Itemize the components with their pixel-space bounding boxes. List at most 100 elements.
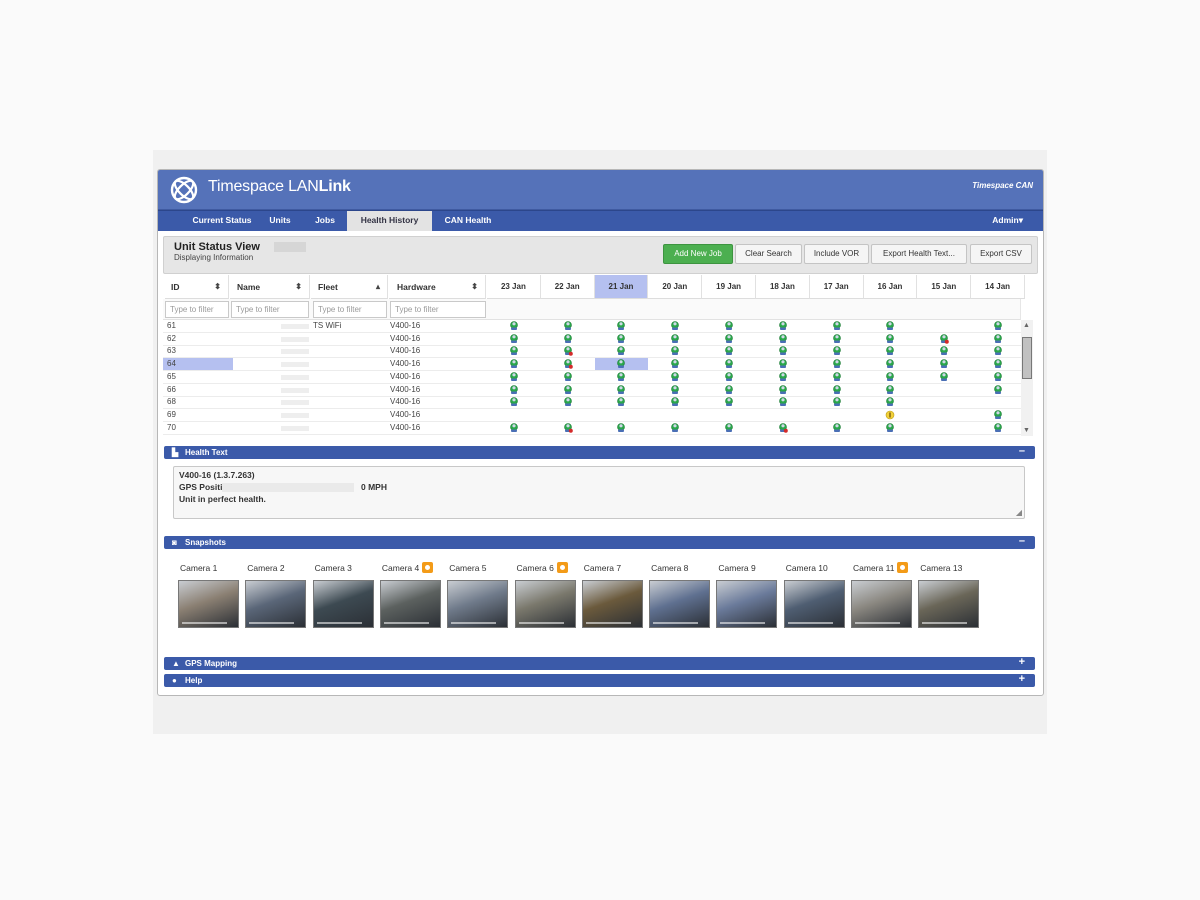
table-row[interactable]: 62 V400-16 <box>163 333 1021 346</box>
status-cell[interactable] <box>487 320 540 332</box>
status-cell[interactable] <box>541 333 594 345</box>
unit-id-cell[interactable]: 68 <box>165 396 229 408</box>
health-ok-icon[interactable] <box>832 422 842 433</box>
status-cell[interactable] <box>810 396 863 408</box>
health-ok-icon[interactable] <box>616 371 626 382</box>
health-ok-icon[interactable] <box>885 333 895 344</box>
table-row[interactable]: 69 V400-16 <box>163 409 1021 422</box>
status-cell[interactable] <box>756 371 809 383</box>
health-ok-icon[interactable] <box>616 333 626 344</box>
date-column-header[interactable]: 20 Jan <box>648 275 703 299</box>
status-cell[interactable] <box>541 358 594 370</box>
status-cell[interactable] <box>541 371 594 383</box>
health-ok-icon[interactable] <box>832 371 842 382</box>
health-ok-icon[interactable] <box>616 422 626 433</box>
nav-can-health[interactable]: CAN Health <box>432 211 504 231</box>
status-cell[interactable] <box>595 422 648 434</box>
health-ok-icon[interactable] <box>724 321 734 331</box>
status-cell[interactable] <box>487 384 540 396</box>
camera-thumbnail[interactable] <box>312 580 374 628</box>
status-cell[interactable] <box>702 333 755 345</box>
gps-mapping-section-header[interactable]: ▲ GPS Mapping + <box>164 656 1035 670</box>
resize-handle-icon[interactable]: ◢ <box>1016 508 1022 517</box>
health-ok-icon[interactable] <box>509 333 519 344</box>
health-ok-icon[interactable] <box>670 321 680 331</box>
date-column-header[interactable]: 16 Jan <box>863 275 918 299</box>
health-ok-icon[interactable] <box>832 397 842 407</box>
status-cell[interactable] <box>594 358 648 371</box>
status-cell[interactable] <box>702 371 755 383</box>
column-header-fleet[interactable]: Fleet ▴ <box>311 275 388 299</box>
health-ok-icon[interactable] <box>778 346 788 356</box>
status-cell[interactable] <box>595 320 648 332</box>
status-cell[interactable] <box>917 384 970 396</box>
unit-id-cell[interactable]: 62 <box>165 333 229 345</box>
expand-icon[interactable]: + <box>1019 656 1025 669</box>
health-ok-icon[interactable] <box>509 397 519 407</box>
camera-thumbnail[interactable] <box>851 580 912 628</box>
status-cell[interactable] <box>864 358 917 370</box>
health-ok-icon[interactable] <box>670 397 680 407</box>
health-ok-icon[interactable] <box>993 422 1003 433</box>
health-warning-icon[interactable] <box>778 422 788 433</box>
health-ok-icon[interactable] <box>509 422 519 433</box>
status-cell[interactable] <box>595 409 648 421</box>
status-cell[interactable] <box>864 384 917 396</box>
health-ok-icon[interactable] <box>778 371 788 382</box>
table-row[interactable]: 68 V400-16 <box>163 396 1021 410</box>
health-text-section-header[interactable]: ▙ Health Text – <box>164 445 1035 459</box>
health-ok-icon[interactable] <box>563 371 573 382</box>
status-cell[interactable] <box>810 422 863 434</box>
id-filter-input[interactable]: Type to filter <box>165 301 229 318</box>
scroll-up-icon[interactable]: ▲ <box>1023 322 1030 329</box>
health-warning-icon[interactable] <box>563 359 573 369</box>
status-cell[interactable] <box>487 409 540 421</box>
status-cell[interactable] <box>648 358 701 370</box>
health-ok-icon[interactable] <box>885 397 895 407</box>
status-cell[interactable] <box>648 371 701 383</box>
add-new-job-button[interactable]: Add New Job <box>663 244 733 264</box>
health-ok-icon[interactable] <box>724 384 734 395</box>
status-cell[interactable] <box>541 396 594 408</box>
status-cell[interactable] <box>971 320 1024 332</box>
health-ok-icon[interactable] <box>993 371 1003 382</box>
status-cell[interactable] <box>595 345 648 357</box>
unit-id-cell[interactable]: 61 <box>165 320 229 332</box>
health-ok-icon[interactable] <box>616 346 626 356</box>
status-cell[interactable] <box>917 422 970 434</box>
date-column-header[interactable]: 19 Jan <box>702 275 756 299</box>
table-row[interactable]: 63 V400-16 <box>163 345 1021 359</box>
camera-thumbnail[interactable] <box>514 580 576 628</box>
status-cell[interactable] <box>595 396 648 408</box>
health-ok-icon[interactable] <box>939 346 949 356</box>
health-ok-icon[interactable] <box>832 346 842 356</box>
status-cell[interactable] <box>648 409 701 421</box>
table-row[interactable]: 70 V400-16 <box>163 422 1021 435</box>
date-column-header[interactable]: 23 Jan <box>487 275 541 299</box>
status-cell[interactable] <box>864 422 917 434</box>
health-warning-icon[interactable] <box>563 422 573 433</box>
nav-health-history[interactable]: Health History <box>347 211 432 231</box>
status-cell[interactable] <box>810 320 863 332</box>
health-ok-icon[interactable] <box>563 384 573 395</box>
health-ok-icon[interactable] <box>670 422 680 433</box>
status-cell[interactable] <box>648 345 701 357</box>
health-ok-icon[interactable] <box>670 359 680 369</box>
status-cell[interactable] <box>541 320 594 332</box>
health-ok-icon[interactable] <box>724 359 734 369</box>
health-ok-icon[interactable] <box>724 333 734 344</box>
status-cell[interactable] <box>971 371 1024 383</box>
health-ok-icon[interactable] <box>993 384 1003 395</box>
camera-thumbnail[interactable] <box>178 580 239 628</box>
health-ok-icon[interactable] <box>778 359 788 369</box>
column-header-name[interactable]: Name ⬍ <box>230 275 310 299</box>
column-header-hardware[interactable]: Hardware ⬍ <box>389 275 486 299</box>
unit-id-cell[interactable]: 63 <box>165 345 229 357</box>
column-header-id[interactable]: ID ⬍ <box>165 275 229 299</box>
status-cell[interactable] <box>756 333 809 345</box>
status-cell[interactable] <box>917 320 970 332</box>
clear-search-button[interactable]: Clear Search <box>735 244 802 264</box>
collapse-icon[interactable]: – <box>1019 445 1025 458</box>
date-column-header[interactable]: 18 Jan <box>756 275 810 299</box>
health-ok-icon[interactable] <box>724 397 734 407</box>
